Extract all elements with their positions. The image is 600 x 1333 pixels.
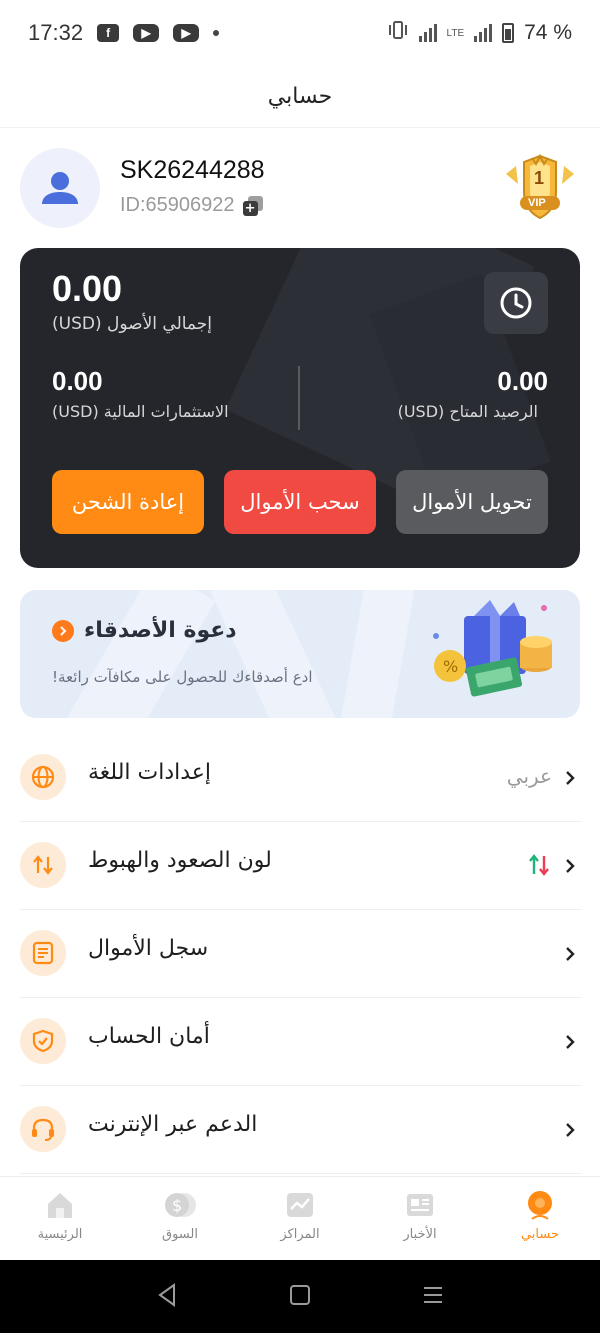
shield-icon	[20, 1018, 66, 1064]
investments-label: الاستثمارات المالية (USD)	[52, 402, 229, 421]
green-red-arrows-icon	[529, 854, 549, 876]
menu-item-label: الدعم عبر الإنترنت	[88, 1112, 258, 1137]
clock-icon	[500, 287, 532, 319]
youtube-icon: ▶	[133, 24, 160, 42]
signal-icon-2	[474, 24, 493, 42]
tab-news[interactable]: الأخبار	[360, 1177, 480, 1260]
investments-value: 0.00	[52, 366, 103, 396]
divider	[298, 366, 300, 430]
chevron-right-icon	[566, 1035, 575, 1049]
news-icon	[403, 1189, 437, 1221]
menu-lines-icon[interactable]	[422, 1284, 444, 1310]
username: SK26244288	[120, 156, 265, 184]
vip-level: 1	[534, 168, 545, 188]
menu-item-label: سجل الأموال	[88, 936, 209, 961]
headset-icon	[20, 1106, 66, 1152]
assets-card: 0.00 إجمالي الأصول (USD) 0.00 الاستثمارا…	[20, 248, 580, 568]
gift-illustration-icon: %	[426, 596, 556, 712]
avatar[interactable]	[20, 148, 100, 228]
tab-account[interactable]: حسابي	[480, 1177, 600, 1260]
menu-item-account-security[interactable]: أمان الحساب	[20, 998, 582, 1086]
chevron-right-icon	[566, 771, 575, 785]
history-button[interactable]	[484, 272, 548, 334]
menu-item-funds-record[interactable]: سجل الأموال	[20, 910, 582, 998]
user-id: ID:65906922	[120, 194, 235, 216]
invite-friends-banner[interactable]: دعوة الأصدقاء ادع أصدقاءك للحصول على مكا…	[20, 590, 580, 718]
tab-label: الرئيسية	[37, 1227, 83, 1242]
recharge-button[interactable]: إعادة الشحن	[52, 470, 204, 534]
language-value: عربي	[506, 764, 552, 788]
page-header: حسابي	[0, 66, 600, 128]
up-down-arrows-icon	[20, 842, 66, 888]
transfer-button[interactable]: تحويل الأموال	[396, 470, 548, 534]
chevron-right-icon	[566, 1123, 575, 1137]
status-time: 17:32	[28, 20, 84, 45]
tab-label: المراكز	[280, 1227, 320, 1242]
document-icon	[20, 930, 66, 976]
available-balance-value: 0.00	[497, 366, 548, 396]
tab-label: السوق	[162, 1227, 198, 1242]
copy-icon[interactable]: +	[242, 195, 263, 216]
total-assets-value: 0.00	[52, 268, 123, 309]
battery-percent: 74 %	[524, 21, 572, 44]
tab-label: حسابي	[520, 1227, 560, 1242]
withdraw-button[interactable]: سحب الأموال	[224, 470, 376, 534]
market-icon: $	[163, 1189, 197, 1221]
back-icon[interactable]	[156, 1282, 178, 1311]
available-balance-label: الرصيد المتاح (USD)	[397, 402, 538, 421]
youtube-icon: ▶	[173, 24, 200, 42]
menu-item-language[interactable]: إعدادات اللغة عربي	[20, 734, 582, 822]
notification-dot-icon	[213, 30, 220, 36]
chevron-right-icon	[566, 947, 575, 961]
arrow-right-icon	[52, 619, 74, 642]
invite-title: دعوة الأصدقاء	[84, 618, 237, 643]
facebook-icon: f	[97, 24, 120, 42]
status-bar: 17:32 f ▶ ▶ LTE 74 %	[0, 0, 600, 66]
page-title: حسابي	[267, 84, 333, 109]
signal-icon	[418, 24, 437, 42]
total-assets-label: إجمالي الأصول (USD)	[52, 314, 212, 334]
menu-item-rise-fall-color[interactable]: لون الصعود والهبوط	[20, 822, 582, 910]
invite-subtitle: ادع أصدقاءك للحصول على مكافآت رائعة!	[52, 668, 313, 686]
tab-market[interactable]: $ السوق	[120, 1177, 240, 1260]
menu-item-label: لون الصعود والهبوط	[88, 848, 272, 873]
system-navigation-bar	[0, 1260, 600, 1333]
menu-item-online-support[interactable]: الدعم عبر الإنترنت	[20, 1086, 582, 1174]
svg-text:%: %	[443, 657, 458, 676]
tab-positions[interactable]: المراكز	[240, 1177, 360, 1260]
account-icon	[523, 1189, 557, 1221]
settings-menu: إعدادات اللغة عربي لون الصعود والهبوط سج…	[20, 734, 582, 1174]
vip-badge[interactable]: 1 VIP	[500, 152, 580, 224]
menu-item-label: أمان الحساب	[88, 1024, 210, 1049]
profile-section: SK26244288 ID:65906922 + 1 VIP	[20, 148, 580, 230]
svg-text:$: $	[172, 1196, 182, 1215]
bottom-tab-bar: الرئيسية $ السوق المراكز الأخبار حسابي	[0, 1176, 600, 1260]
user-icon	[42, 172, 78, 204]
tab-label: الأخبار	[403, 1227, 437, 1242]
tab-home[interactable]: الرئيسية	[0, 1177, 120, 1260]
globe-icon	[20, 754, 66, 800]
positions-icon	[283, 1189, 317, 1221]
home-square-icon[interactable]	[289, 1284, 311, 1310]
home-icon	[43, 1189, 77, 1221]
menu-item-label: إعدادات اللغة	[88, 760, 212, 785]
vip-text: VIP	[528, 197, 546, 209]
network-type: LTE	[446, 27, 465, 39]
vibrate-icon	[387, 21, 409, 45]
battery-icon	[502, 23, 515, 43]
chevron-right-icon	[566, 859, 575, 873]
